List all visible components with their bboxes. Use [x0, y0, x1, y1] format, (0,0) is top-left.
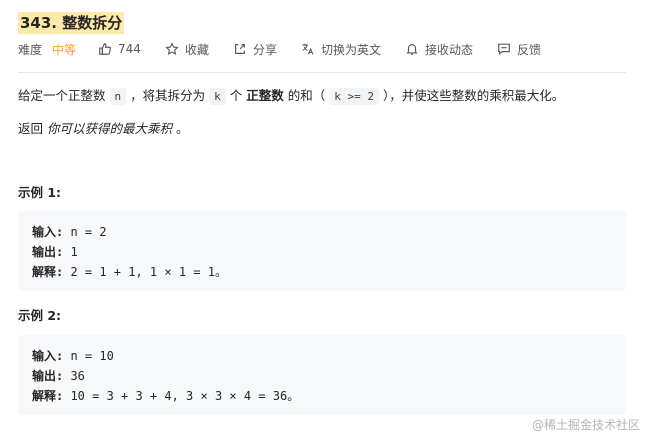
output-value: 1: [63, 245, 78, 259]
share-icon: [235, 44, 245, 54]
share-button[interactable]: 分享: [233, 41, 277, 58]
inline-code-condition: k >= 2: [329, 88, 380, 105]
return-italic-text: 你可以获得的最大乘积: [47, 121, 173, 136]
notify-button[interactable]: 接收动态: [405, 41, 473, 58]
favorite-label: 收藏: [184, 42, 209, 57]
inline-code-k: k: [209, 88, 226, 105]
feedback-icon: [498, 43, 510, 56]
example-2-block: 输入: n = 10 输出: 36 解释: 10 = 3 + 3 + 4, 3 …: [18, 335, 626, 415]
description-paragraph: 给定一个正整数 n ，将其拆分为 k 个 正整数 的和（ k >= 2 ），并使这些整数的乘…: [18, 86, 564, 107]
example-1-explain-line: 解释: 2 = 1 + 1, 1 × 1 = 1。: [32, 262, 612, 282]
notify-label: 接收动态: [424, 42, 473, 57]
example-1-heading: 示例 1:: [18, 185, 62, 200]
share-label: 分享: [252, 42, 277, 57]
return-text: 。: [176, 121, 189, 136]
input-label: 输入:: [32, 225, 64, 239]
output-label: 输出:: [32, 245, 64, 259]
output-value: 36: [63, 369, 85, 383]
difficulty-badge: 中等: [52, 42, 77, 57]
translate-label: 切换为英文: [320, 42, 381, 57]
bell-icon: [406, 44, 418, 55]
example-1-input-line: 输入: n = 2: [32, 222, 612, 242]
star-icon: [165, 42, 179, 56]
desc-text: ），并使这些整数的乘积最大化。: [383, 88, 565, 103]
inline-code-n: n: [109, 88, 127, 105]
desc-text: ，将其拆分为: [130, 88, 206, 103]
desc-text: 个: [229, 88, 243, 103]
problem-page: 343. 整数拆分 难度 中等 744 收藏 分享 切换为英文 接收动态 反馈 …: [0, 0, 654, 448]
feedback-button[interactable]: 反馈: [497, 41, 541, 58]
explain-label: 解释:: [32, 265, 64, 279]
translate-icon: [302, 43, 314, 55]
explain-label: 解释:: [32, 389, 64, 403]
return-text: 返回: [18, 121, 44, 136]
output-label: 输出:: [32, 369, 64, 383]
desc-text: 给定一个正整数: [18, 88, 106, 103]
input-value: n = 10: [63, 349, 114, 363]
watermark: @稀土掘金技术社区: [531, 418, 640, 432]
problem-meta-bar: 难度 中等 744 收藏 分享 切换为英文 接收动态 反馈: [18, 39, 565, 59]
example-2-explain-line: 解释: 10 = 3 + 3 + 4, 3 × 3 × 4 = 36。: [32, 386, 612, 406]
example-2-output-line: 输出: 36: [32, 366, 612, 386]
feedback-label: 反馈: [517, 42, 542, 57]
example-1-output-line: 输出: 1: [32, 242, 612, 262]
example-1-block: 输入: n = 2 输出: 1 解释: 2 = 1 + 1, 1 × 1 = 1…: [18, 211, 626, 291]
desc-bold-text: 正整数: [246, 88, 284, 103]
favorite-button[interactable]: 收藏: [165, 41, 209, 58]
difficulty-label: 难度: [18, 42, 43, 57]
input-value: n = 2: [63, 225, 107, 239]
explain-value: 2 = 1 + 1, 1 × 1 = 1。: [63, 265, 227, 279]
problem-title: 343. 整数拆分: [18, 12, 125, 34]
example-2-input-line: 输入: n = 10: [32, 346, 612, 366]
translate-button[interactable]: 切换为英文: [301, 41, 381, 58]
like-button[interactable]: 744: [98, 42, 141, 56]
desc-text: 的和（: [287, 88, 326, 103]
thumbs-up-icon: [99, 43, 111, 55]
header-divider: [18, 72, 626, 73]
example-2-heading: 示例 2:: [18, 308, 62, 323]
return-paragraph: 返回 你可以获得的最大乘积 。: [18, 119, 189, 139]
explain-value: 10 = 3 + 3 + 4, 3 × 3 × 4 = 36。: [63, 389, 300, 403]
input-label: 输入:: [32, 349, 64, 363]
like-count: 744: [118, 42, 141, 56]
